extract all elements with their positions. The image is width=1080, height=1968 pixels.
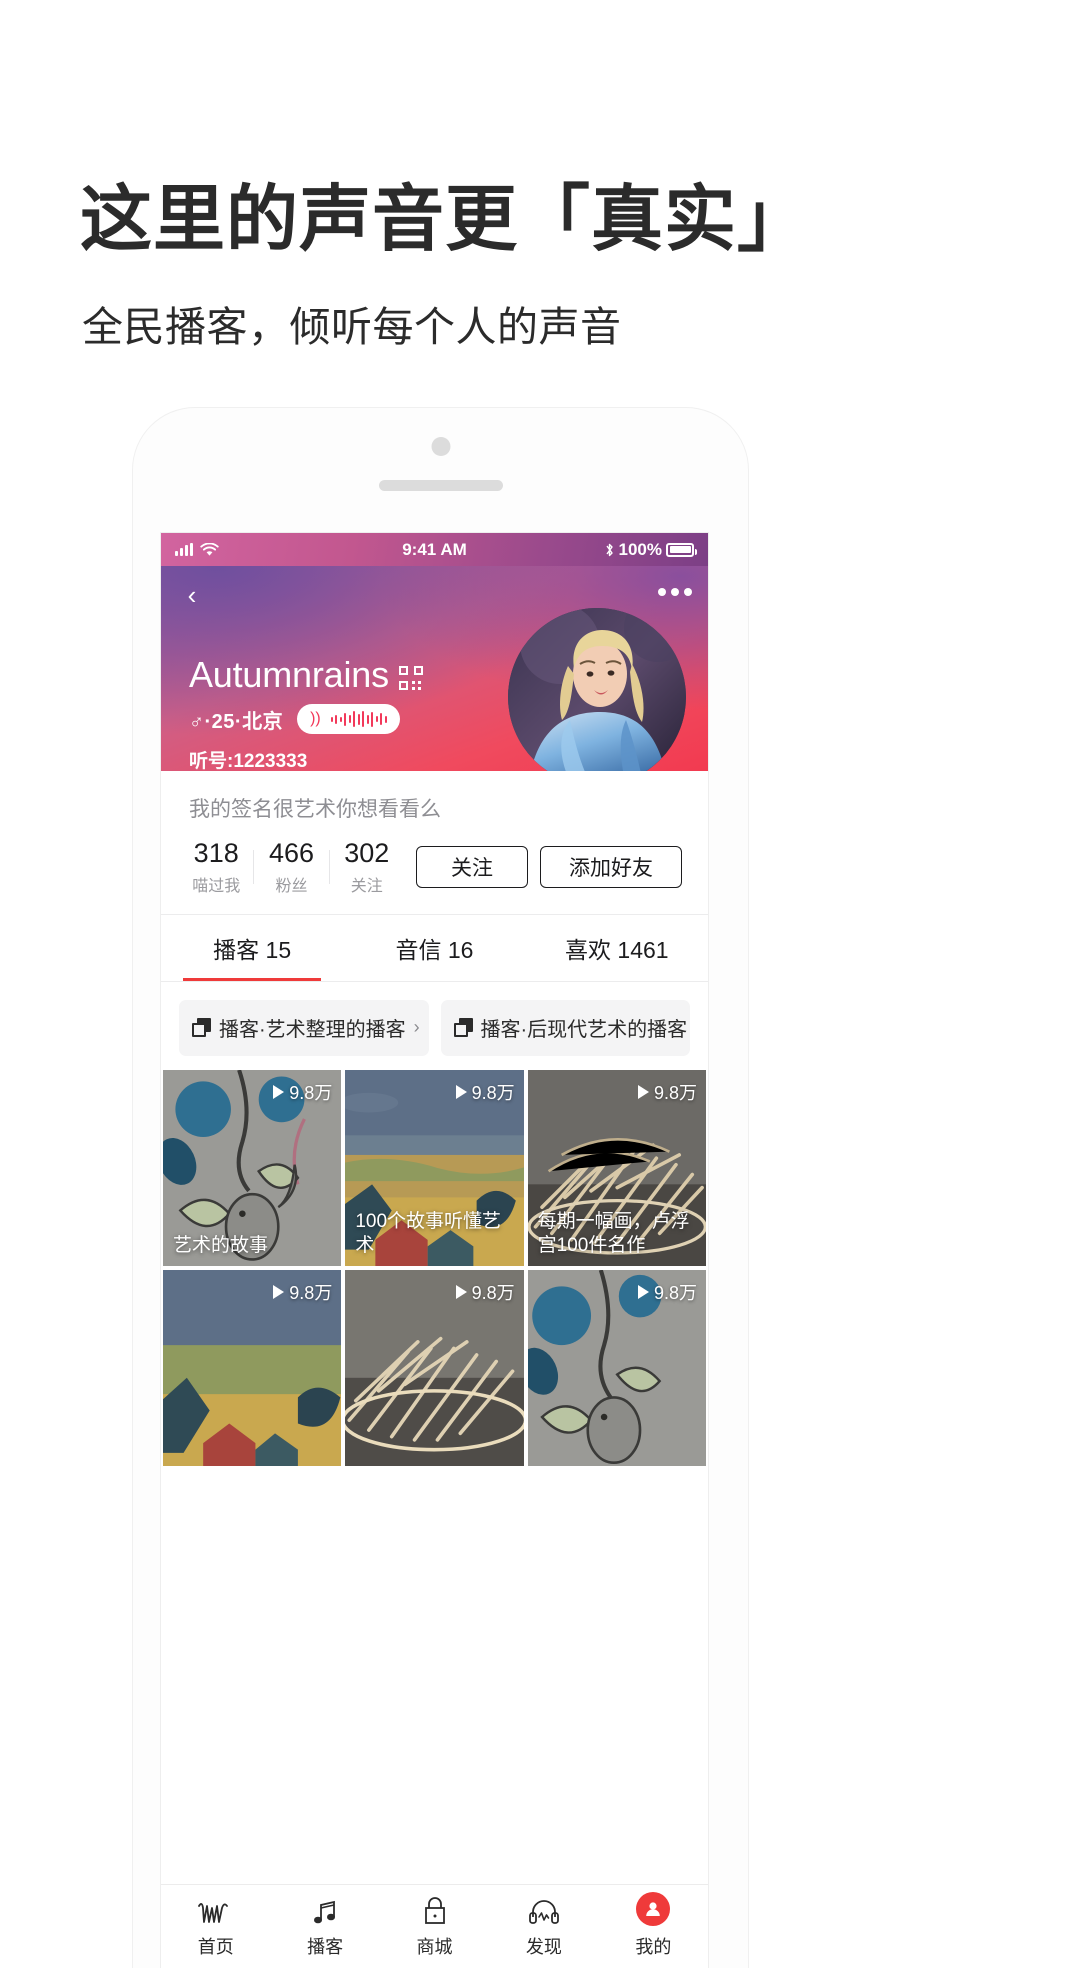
play-count-label: 9.8万	[653, 1282, 697, 1303]
play-count: 9.8万	[637, 1079, 697, 1105]
tabbar-label: 发现	[525, 1937, 562, 1957]
add-friend-button[interactable]: 添加好友	[540, 846, 682, 889]
stat-label: 粉丝	[275, 877, 308, 895]
page-headline: 这里的声音更「真实」	[80, 180, 811, 260]
more-dots-icon[interactable]	[658, 588, 692, 596]
collection-icon	[192, 1018, 211, 1038]
page-subheadline: 全民播客，倾听每个人的声音	[82, 304, 622, 350]
status-bar: 9:41 AM 100%	[161, 533, 708, 566]
phone-mockup: 9:41 AM 100% ‹ Autumnrains ♂·25·北京)) 听号…	[133, 408, 748, 1968]
stat-value: 318	[193, 838, 239, 868]
tabbar-item-mine[interactable]: 我的	[599, 1892, 708, 1959]
play-icon	[273, 1084, 285, 1099]
play-count: 9.8万	[455, 1079, 515, 1105]
grid-card[interactable]: 9.8万	[345, 1269, 524, 1466]
bottom-tab-bar: 首页 播客 商城 发现 我的	[161, 1884, 708, 1968]
bluetooth-icon	[605, 543, 613, 556]
phone-speaker-grille	[378, 480, 503, 491]
play-count-label: 9.8万	[289, 1082, 333, 1103]
stat-divider	[253, 850, 255, 885]
card-caption: 艺术的故事	[173, 1234, 269, 1256]
tab-likes[interactable]: 喜欢 1461	[526, 915, 708, 981]
play-count: 9.8万	[273, 1279, 332, 1305]
waveform-home-icon	[196, 1894, 236, 1926]
chip-art-collection[interactable]: 播客·艺术整理的播客 ›	[179, 999, 429, 1056]
battery-percent-label: 100%	[618, 539, 662, 559]
person-avatar-icon	[636, 1892, 671, 1926]
card-caption: 100个故事听懂艺术	[355, 1211, 502, 1256]
tabbar-label: 商城	[416, 1937, 453, 1957]
phone-screen: 9:41 AM 100% ‹ Autumnrains ♂·25·北京)) 听号…	[161, 533, 708, 1968]
avatar[interactable]	[508, 608, 686, 771]
play-icon	[273, 1284, 285, 1299]
collection-icon	[453, 1018, 473, 1038]
profile-tabs: 播客 15 音信 16 喜欢 1461	[161, 913, 708, 982]
play-count-label: 9.8万	[289, 1282, 333, 1303]
play-count: 9.8万	[637, 1279, 697, 1305]
music-note-icon	[310, 1894, 340, 1926]
back-chevron-icon[interactable]: ‹	[177, 580, 207, 610]
qr-code-icon[interactable]	[398, 666, 423, 690]
play-icon	[637, 1084, 649, 1099]
tabbar-label: 我的	[635, 1937, 672, 1957]
status-right: 100%	[604, 539, 697, 560]
stat-following[interactable]: 302 关注	[338, 838, 396, 896]
tab-audio-message[interactable]: 音信 16	[343, 915, 525, 981]
profile-name-row: Autumnrains	[189, 654, 423, 696]
grid-card[interactable]: 9.8万 艺术的故事	[163, 1069, 342, 1266]
grid-card[interactable]: 9.8万	[163, 1269, 342, 1466]
headphones-icon	[528, 1894, 560, 1926]
profile-name: Autumnrains	[189, 654, 389, 695]
stat-value: 466	[268, 838, 315, 868]
waveform-bars-icon	[330, 710, 387, 728]
grid-card[interactable]: 9.8万 100个故事听懂艺术	[345, 1069, 524, 1266]
stat-fans[interactable]: 466 粉丝	[262, 838, 320, 896]
card-caption: 每期一幅画，卢浮宫100件名作	[537, 1211, 690, 1256]
stat-label: 关注	[350, 877, 383, 895]
profile-meta-row: ♂·25·北京 ))	[189, 704, 400, 734]
tabbar-label: 播客	[307, 1937, 344, 1957]
tabbar-item-discover[interactable]: 发现	[489, 1894, 598, 1959]
tabbar-item-shop[interactable]: 商城	[380, 1894, 489, 1959]
tabbar-item-home[interactable]: 首页	[161, 1894, 270, 1959]
phone-camera-icon	[431, 437, 450, 456]
collection-chips: 播客·艺术整理的播客 › 播客·后现代艺术的播客 ›	[161, 982, 708, 1070]
signal-bars-icon	[175, 543, 193, 556]
stat-label: 喵过我	[192, 877, 241, 895]
battery-icon	[666, 542, 697, 557]
play-icon	[637, 1284, 649, 1299]
play-count-label: 9.8万	[471, 1082, 515, 1103]
wifi-icon	[200, 542, 219, 556]
stat-divider	[328, 850, 330, 885]
voice-wave-icon: ))	[310, 710, 321, 727]
podcast-grid: 9.8万 艺术的故事 9.8万 100个故事听懂艺术 9.8万 每期一幅画，卢浮…	[161, 1069, 708, 1466]
profile-hero: ‹ Autumnrains ♂·25·北京 )) 听号:1223333	[161, 566, 708, 771]
play-icon	[455, 1284, 467, 1299]
play-count: 9.8万	[455, 1279, 515, 1305]
profile-signature: 我的签名很艺术你想看看么	[189, 798, 441, 821]
stat-value: 302	[344, 838, 390, 868]
play-count-label: 9.8万	[653, 1082, 697, 1103]
listen-id-label: 听号:1223333	[189, 751, 308, 771]
follow-button[interactable]: 关注	[416, 846, 528, 889]
grid-card[interactable]: 9.8万	[527, 1269, 706, 1466]
stats-row: 318 喵过我 466 粉丝 302 关注 关注 添加好友	[161, 823, 708, 914]
play-count: 9.8万	[273, 1079, 332, 1105]
play-count-label: 9.8万	[471, 1282, 515, 1303]
chip-label: 播客·艺术整理的播客	[219, 1019, 406, 1042]
gender-age-city-label: ♂·25·北京	[189, 710, 284, 733]
chevron-right-icon: ›	[413, 1017, 420, 1038]
lock-shop-icon	[421, 1894, 449, 1926]
chip-postmodern-collection[interactable]: 播客·后现代艺术的播客 ›	[440, 999, 690, 1056]
tab-podcast[interactable]: 播客 15	[161, 915, 343, 981]
chip-label: 播客·后现代艺术的播客	[480, 1019, 688, 1042]
tabbar-item-podcast[interactable]: 播客	[270, 1894, 379, 1959]
voice-intro-chip[interactable]: ))	[297, 704, 400, 734]
tabbar-label: 首页	[197, 1937, 234, 1957]
stat-meow[interactable]: 318 喵过我	[187, 838, 245, 896]
action-buttons: 关注 添加好友	[416, 846, 682, 889]
status-left	[175, 542, 219, 557]
play-icon	[455, 1084, 467, 1099]
grid-card[interactable]: 9.8万 每期一幅画，卢浮宫100件名作	[527, 1069, 706, 1266]
